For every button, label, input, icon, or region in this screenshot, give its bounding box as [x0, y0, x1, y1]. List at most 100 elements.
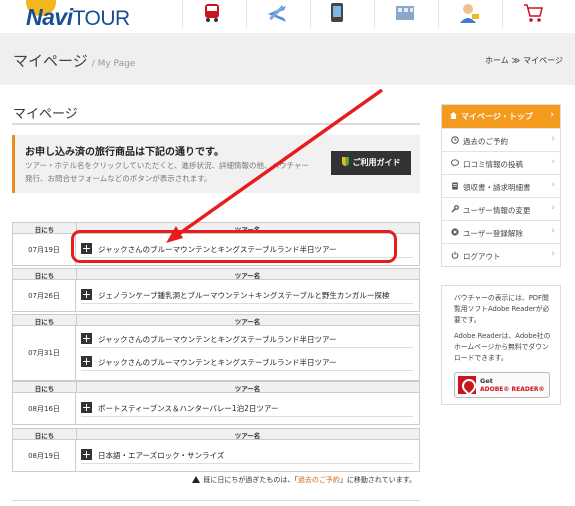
smartphone-icon[interactable] [310, 0, 368, 28]
page-title-band: マイページ / My Page ホーム ≫ マイページ [0, 33, 575, 85]
tour-table: 日にち ツアー名 08月19日 日本語・エアーズロック・サンライズ [12, 428, 420, 472]
chevron-right-icon: › [551, 180, 555, 190]
table-row: 07月26日 ジェノランケーブ鍾乳洞とブルーマウンテン＋キングステーブルと野生カ… [13, 280, 419, 311]
sidebar-item-label: マイページ・トップ [461, 112, 533, 121]
tour-date: 08月16日 [13, 393, 76, 424]
site-header: NaviTOUR [0, 0, 575, 33]
tour-item[interactable]: 日本語・エアーズロック・サンライズ [81, 447, 413, 464]
chevron-right-icon: › [551, 203, 555, 213]
sidebar-item-post-review[interactable]: 口コミ情報の投稿 › [442, 151, 560, 174]
tour-date: 07月26日 [13, 280, 76, 311]
document-icon [452, 182, 458, 190]
expand-plus-icon[interactable] [81, 333, 92, 344]
footnote-text-pre: 既に日にちが過ぎたものは、「 [203, 476, 298, 484]
breadcrumb-separator: ≫ [511, 56, 521, 65]
home-icon [450, 112, 457, 119]
adobe-reader-icon [458, 376, 476, 394]
footnote-text-post: 」に移動されています。 [339, 476, 416, 484]
adobe-info-box: バウチャーの表示には、PDF閲覧用ソフトAdobe Readerが必要です。 A… [441, 285, 561, 405]
adobe-download-text: Adobe Readerは、Adobe社のホームページから無料でダウンロードでき… [454, 332, 551, 362]
usage-guide-label: ご利用ガイド [352, 158, 401, 167]
col-date-header: 日にち [34, 226, 55, 234]
speech-bubble-icon [451, 159, 459, 167]
bus-icon[interactable] [182, 0, 240, 28]
user-icon[interactable] [438, 0, 496, 28]
table-row: 08月19日 日本語・エアーズロック・サンライズ [13, 440, 419, 471]
tour-date: 07月19日 [13, 234, 76, 265]
expand-plus-icon[interactable] [81, 289, 92, 300]
footnote: 既に日にちが過ぎたものは、「過去のご予約」に移動されています。 [12, 475, 416, 485]
site-logo[interactable]: NaviTOUR [26, 0, 166, 33]
sidebar-item-label: ユーザー情報の変更 [463, 206, 531, 215]
table-header: 日にち ツアー名 [13, 269, 419, 280]
col-date-header: 日にち [34, 272, 55, 280]
table-row: 07月31日 ジャックさんのブルーマウンテンとキングステーブルランド半日ツアー … [13, 326, 419, 380]
notice-box: お申し込み済の旅行商品は下記の通りです。 ツアー・ホテル名をクリックしていただく… [12, 135, 420, 193]
tour-item[interactable]: ジャックさんのブルーマウンテンとキングステーブルランド半日ツアー [81, 354, 413, 371]
table-header: 日にち ツアー名 [13, 382, 419, 393]
table-header: 日にち ツアー名 [13, 429, 419, 440]
beginner-leaf-icon [341, 157, 349, 166]
power-icon [451, 251, 459, 259]
tour-item[interactable]: ジャックさんのブルーマウンテンとキングステーブルランド半日ツアー [81, 331, 413, 348]
breadcrumb: ホーム ≫ マイページ [485, 55, 563, 66]
col-date-header: 日にち [34, 385, 55, 393]
sidebar-item-receipts[interactable]: 領収書・請求明細書 › [442, 174, 560, 197]
expand-plus-icon[interactable] [81, 356, 92, 367]
col-name-header: ツアー名 [234, 385, 261, 393]
sidebar-item-unregister[interactable]: ユーザー登録解除 › [442, 220, 560, 243]
tour-name-link[interactable]: ジェノランケーブ鍾乳洞とブルーマウンテン＋キングステーブルと野生カンガルー探検 [98, 290, 389, 301]
section-heading: マイページ [13, 107, 78, 122]
highlight-circle [71, 230, 397, 263]
col-date-header: 日にち [34, 318, 55, 326]
tour-name-link[interactable]: 日本語・エアーズロック・サンライズ [98, 450, 224, 461]
table-row: 08月16日 ポートスティーブンス＆ハンターバレー1泊2日ツアー [13, 393, 419, 424]
usage-guide-button[interactable]: ご利用ガイド [331, 151, 411, 175]
breadcrumb-home[interactable]: ホーム [485, 56, 509, 65]
chevron-right-icon: › [551, 249, 555, 259]
sidebar-item-label: 口コミ情報の投稿 [463, 160, 523, 169]
expand-plus-icon[interactable] [81, 449, 92, 460]
sidebar-item-past-bookings[interactable]: 過去のご予約 › [442, 128, 560, 151]
wrench-icon [451, 205, 459, 213]
warning-icon [192, 476, 201, 483]
chevron-right-icon: › [551, 226, 555, 236]
tour-name-link[interactable]: ジャックさんのブルーマウンテンとキングステーブルランド半日ツアー [98, 357, 337, 368]
tour-date: 07月31日 [13, 326, 76, 380]
chevron-right-icon: › [550, 110, 554, 120]
sidebar-item-edit-user[interactable]: ユーザー情報の変更 › [442, 197, 560, 220]
voucher-info-text: バウチャーの表示には、PDF閲覧用ソフトAdobe Readerが必要です。 [454, 294, 550, 324]
breadcrumb-current: マイページ [523, 56, 563, 65]
sidebar-item-label: ログアウト [463, 252, 501, 261]
get-adobe-reader-button[interactable]: Get ADOBE® READER® [454, 372, 550, 398]
col-date-header: 日にち [34, 432, 55, 440]
expand-plus-icon[interactable] [81, 402, 92, 413]
adobe-get-label: Get [480, 377, 493, 385]
airplane-icon[interactable] [246, 0, 304, 28]
adobe-reader-label: ADOBE® READER® [480, 386, 545, 393]
sidebar-item-logout[interactable]: ログアウト › [442, 243, 560, 266]
past-bookings-link[interactable]: 過去のご予約 [298, 476, 340, 484]
chevron-right-icon: › [551, 134, 555, 144]
logo-text: NaviTOUR [26, 4, 130, 30]
tour-name-link[interactable]: ポートスティーブンス＆ハンターバレー1泊2日ツアー [98, 403, 278, 414]
tour-item[interactable]: ポートスティーブンス＆ハンターバレー1泊2日ツアー [81, 400, 413, 417]
page-title-en: / My Page [91, 59, 136, 69]
cart-icon[interactable] [502, 0, 560, 28]
sidebar-item-label: 領収書・請求明細書 [463, 183, 531, 192]
hotel-icon[interactable] [374, 0, 432, 28]
tour-table: 日にち ツアー名 07月31日 ジャックさんのブルーマウンテンとキングステーブルラ… [12, 314, 420, 381]
sidebar-item-label: ユーザー登録解除 [463, 229, 523, 238]
tour-item[interactable]: ジェノランケーブ鍾乳洞とブルーマウンテン＋キングステーブルと野生カンガルー探検 [81, 287, 413, 304]
bottom-divider [12, 500, 420, 501]
sidebar-item-mypage-top[interactable]: マイページ・トップ › [442, 105, 560, 128]
tour-name-link[interactable]: ジャックさんのブルーマウンテンとキングステーブルランド半日ツアー [98, 334, 337, 345]
chevron-right-icon: › [551, 157, 555, 167]
col-name-header: ツアー名 [234, 272, 261, 280]
notice-text: ツアー・ホテル名をクリックしていただくと、進捗状況、詳細情報の他、バウチャー発行… [25, 161, 309, 183]
tour-date: 08月19日 [13, 440, 76, 471]
tour-table: 日にち ツアー名 07月26日 ジェノランケーブ鍾乳洞とブルーマウンテン＋キングス… [12, 268, 420, 312]
sidebar-item-label: 過去のご予約 [463, 137, 508, 146]
sidebar-menu: マイページ・トップ › 過去のご予約 › 口コミ情報の投稿 › 領収書・請求明細… [441, 104, 561, 267]
clock-icon [451, 136, 459, 144]
